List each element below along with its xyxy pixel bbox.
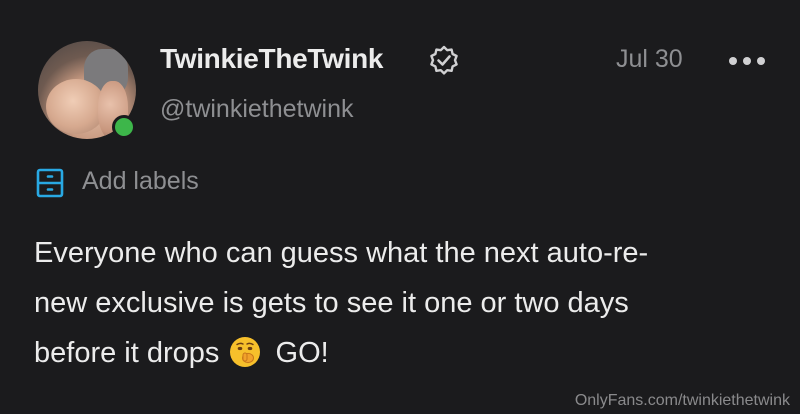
watermark: OnlyFans.com/twinkiethetwink [574,392,790,409]
post-card: TwinkieTheTwink @twinkiethetwink Jul 30 … [0,0,800,414]
online-status-indicator [112,115,136,139]
shushing-face-emoji-icon [230,337,261,367]
labels-icon [36,168,64,198]
post-text-line: new exclusive is gets to see it one or t… [34,287,629,319]
add-labels-label: Add labels [82,167,199,195]
avatar[interactable] [38,41,136,139]
post-text-line: before it drops GO! [34,328,764,378]
post-text-segment: GO! [275,337,329,369]
post-date[interactable]: Jul 30 [616,45,683,74]
post-text-line: Everyone who can guess what the next aut… [34,237,649,269]
post-text-segment: before it drops [34,337,220,369]
verified-badge-icon [430,45,458,75]
display-name[interactable]: TwinkieTheTwink [160,43,383,75]
user-handle[interactable]: @twinkiethetwink [160,95,354,124]
post-text: Everyone who can guess what the next aut… [34,228,764,378]
more-options-icon[interactable] [728,53,766,69]
